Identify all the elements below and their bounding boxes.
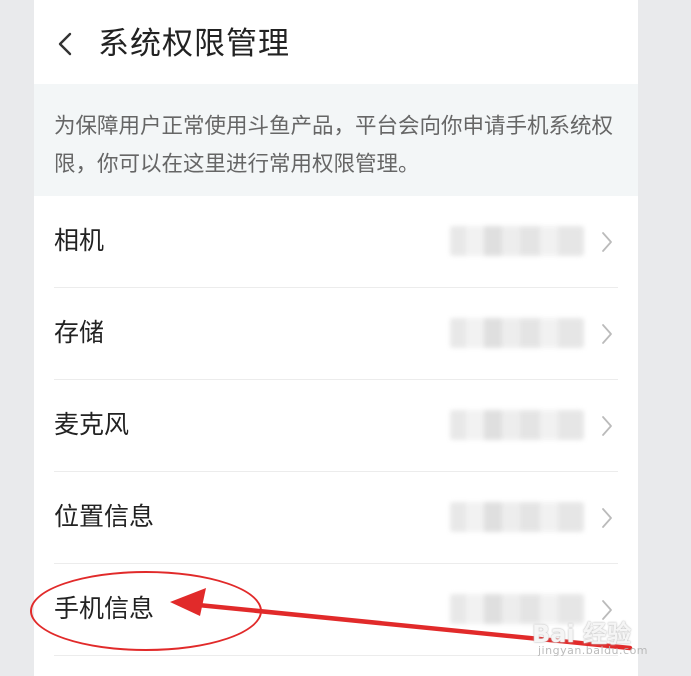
chevron-left-icon[interactable]	[54, 28, 78, 60]
permission-item-storage[interactable]: 存储	[34, 288, 638, 380]
permission-status-blurred	[450, 318, 584, 348]
permission-item-camera[interactable]: 相机	[34, 196, 638, 288]
header: 系统权限管理	[34, 0, 638, 84]
permission-list: 相机 存储 麦克风 位置信息 手机信息	[34, 196, 638, 656]
permission-label: 手机信息	[54, 594, 155, 623]
permission-item-microphone[interactable]: 麦克风	[34, 380, 638, 472]
chevron-right-icon	[602, 600, 612, 620]
chevron-right-icon	[602, 416, 612, 436]
permission-item-phone-info[interactable]: 手机信息	[34, 564, 638, 656]
permission-label: 位置信息	[54, 502, 155, 531]
permission-status-blurred	[450, 410, 584, 440]
permission-label: 麦克风	[54, 410, 130, 439]
permission-notice: 为保障用户正常使用斗鱼产品，平台会向你申请手机系统权限，你可以在这里进行常用权限…	[34, 84, 638, 196]
page-title: 系统权限管理	[98, 26, 290, 62]
permission-status-blurred	[450, 594, 584, 624]
chevron-right-icon	[602, 232, 612, 252]
chevron-right-icon	[602, 324, 612, 344]
permission-label: 相机	[54, 226, 105, 255]
permission-item-location[interactable]: 位置信息	[34, 472, 638, 564]
permission-label: 存储	[54, 318, 105, 347]
permission-status-blurred	[450, 502, 584, 532]
chevron-right-icon	[602, 508, 612, 528]
permissions-screen: 系统权限管理 为保障用户正常使用斗鱼产品，平台会向你申请手机系统权限，你可以在这…	[34, 0, 638, 676]
permission-status-blurred	[450, 226, 584, 256]
